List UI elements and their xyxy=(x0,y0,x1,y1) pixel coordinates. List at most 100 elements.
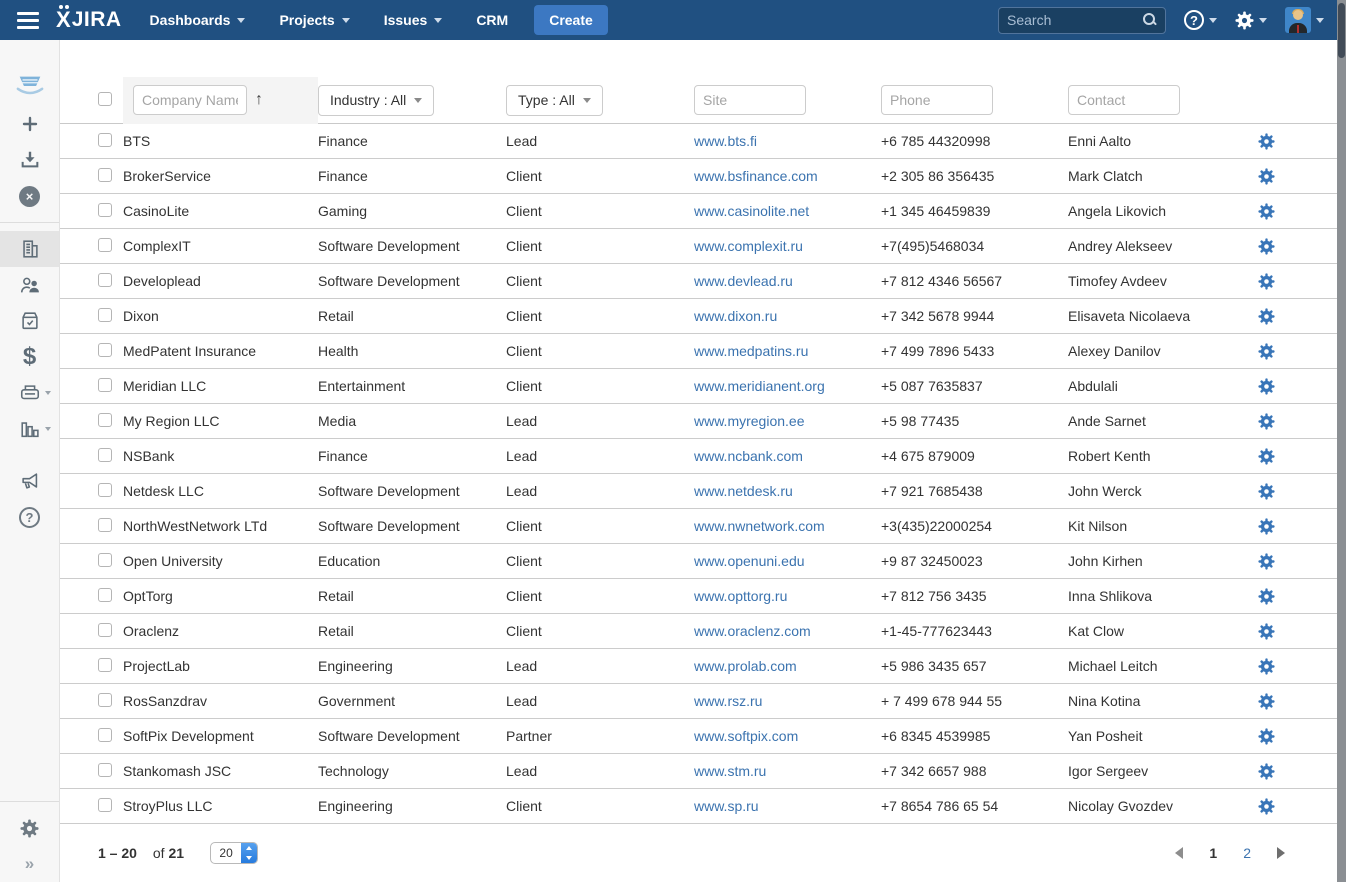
sidebar-expand[interactable]: » xyxy=(0,846,59,882)
site-link[interactable]: www.oraclenz.com xyxy=(694,623,811,639)
site-link[interactable]: www.devlead.ru xyxy=(694,273,793,289)
row-checkbox[interactable] xyxy=(98,518,112,532)
row-settings-gear-icon[interactable] xyxy=(1258,378,1275,395)
row-settings-gear-icon[interactable] xyxy=(1258,728,1275,745)
row-settings-gear-icon[interactable] xyxy=(1258,483,1275,500)
row-checkbox[interactable] xyxy=(98,203,112,217)
sidebar-item-finance[interactable]: $ xyxy=(0,339,59,375)
sidebar-item-help[interactable]: ? xyxy=(0,499,59,535)
sidebar-settings[interactable] xyxy=(0,810,59,846)
site-link[interactable]: www.medpatins.ru xyxy=(694,343,808,359)
add-button[interactable] xyxy=(0,106,59,142)
row-checkbox[interactable] xyxy=(98,448,112,462)
row-checkbox[interactable] xyxy=(98,238,112,252)
site-link[interactable]: www.stm.ru xyxy=(694,763,766,779)
site-link[interactable]: www.complexit.ru xyxy=(694,238,803,254)
site-link[interactable]: www.sp.ru xyxy=(694,798,759,814)
site-link[interactable]: www.bts.fi xyxy=(694,133,757,149)
page-number-2[interactable]: 2 xyxy=(1243,845,1251,861)
site-link[interactable]: www.meridianent.org xyxy=(694,378,825,394)
sidebar-item-products[interactable] xyxy=(0,303,59,339)
row-checkbox[interactable] xyxy=(98,588,112,602)
row-checkbox[interactable] xyxy=(98,728,112,742)
previous-page-arrow[interactable] xyxy=(1175,847,1183,859)
next-page-arrow[interactable] xyxy=(1277,847,1285,859)
site-link[interactable]: www.rsz.ru xyxy=(694,693,762,709)
admin-menu[interactable] xyxy=(1235,11,1267,30)
row-checkbox[interactable] xyxy=(98,343,112,357)
phone-filter-input[interactable] xyxy=(881,85,993,115)
site-link[interactable]: www.softpix.com xyxy=(694,728,798,744)
row-checkbox[interactable] xyxy=(98,798,112,812)
row-settings-gear-icon[interactable] xyxy=(1258,588,1275,605)
contact-filter-input[interactable] xyxy=(1068,85,1180,115)
page-size-select[interactable]: 20 xyxy=(210,842,258,864)
site-link[interactable]: www.nwnetwork.com xyxy=(694,518,825,534)
row-settings-gear-icon[interactable] xyxy=(1258,203,1275,220)
menu-issues[interactable]: Issues xyxy=(384,12,443,28)
row-checkbox[interactable] xyxy=(98,483,112,497)
page-number-1[interactable]: 1 xyxy=(1209,845,1217,861)
search-box[interactable] xyxy=(998,7,1166,34)
menu-crm[interactable]: CRM xyxy=(476,12,508,28)
import-button[interactable] xyxy=(0,142,59,178)
menu-dashboards[interactable]: Dashboards xyxy=(150,12,246,28)
row-settings-gear-icon[interactable] xyxy=(1258,448,1275,465)
row-settings-gear-icon[interactable] xyxy=(1258,343,1275,360)
site-link[interactable]: www.casinolite.net xyxy=(694,203,809,219)
search-icon[interactable] xyxy=(1143,13,1157,27)
row-settings-gear-icon[interactable] xyxy=(1258,623,1275,640)
row-checkbox[interactable] xyxy=(98,763,112,777)
row-checkbox[interactable] xyxy=(98,378,112,392)
scrollbar-thumb[interactable] xyxy=(1338,3,1345,58)
row-settings-gear-icon[interactable] xyxy=(1258,133,1275,150)
row-settings-gear-icon[interactable] xyxy=(1258,308,1275,325)
search-input[interactable] xyxy=(1007,12,1143,28)
row-settings-gear-icon[interactable] xyxy=(1258,798,1275,815)
row-checkbox[interactable] xyxy=(98,308,112,322)
user-menu[interactable] xyxy=(1285,7,1324,33)
row-settings-gear-icon[interactable] xyxy=(1258,168,1275,185)
jira-logo[interactable]: X JIRA xyxy=(56,10,122,30)
row-checkbox[interactable] xyxy=(98,133,112,147)
sidebar-item-contacts[interactable] xyxy=(0,267,59,303)
sidebar-item-transactions[interactable] xyxy=(0,375,59,411)
site-link[interactable]: www.bsfinance.com xyxy=(694,168,818,184)
row-settings-gear-icon[interactable] xyxy=(1258,238,1275,255)
crm-logo[interactable] xyxy=(0,66,59,106)
industry-filter-dropdown[interactable]: Industry : All xyxy=(318,85,434,116)
company-name-filter-input[interactable] xyxy=(133,85,247,115)
site-link[interactable]: www.prolab.com xyxy=(694,658,797,674)
type-filter-dropdown[interactable]: Type : All xyxy=(506,85,603,116)
select-all-checkbox[interactable] xyxy=(98,92,112,106)
row-settings-gear-icon[interactable] xyxy=(1258,553,1275,570)
row-settings-gear-icon[interactable] xyxy=(1258,658,1275,675)
site-link[interactable]: www.openuni.edu xyxy=(694,553,805,569)
scrollbar[interactable] xyxy=(1337,0,1346,882)
hamburger-icon[interactable] xyxy=(0,12,56,29)
row-checkbox[interactable] xyxy=(98,693,112,707)
row-checkbox[interactable] xyxy=(98,413,112,427)
row-settings-gear-icon[interactable] xyxy=(1258,273,1275,290)
row-checkbox[interactable] xyxy=(98,623,112,637)
row-checkbox[interactable] xyxy=(98,168,112,182)
sidebar-item-companies[interactable] xyxy=(0,231,59,267)
site-link[interactable]: www.myregion.ee xyxy=(694,413,805,429)
clear-button[interactable]: × xyxy=(0,178,59,214)
sidebar-item-announcements[interactable] xyxy=(0,463,59,499)
row-settings-gear-icon[interactable] xyxy=(1258,413,1275,430)
sort-ascending-icon[interactable]: ↑ xyxy=(255,91,263,109)
row-settings-gear-icon[interactable] xyxy=(1258,693,1275,710)
help-menu[interactable]: ? xyxy=(1184,10,1217,30)
row-checkbox[interactable] xyxy=(98,658,112,672)
site-filter-input[interactable] xyxy=(694,85,806,115)
row-settings-gear-icon[interactable] xyxy=(1258,763,1275,780)
site-link[interactable]: www.dixon.ru xyxy=(694,308,777,324)
create-button[interactable]: Create xyxy=(534,5,608,35)
row-settings-gear-icon[interactable] xyxy=(1258,518,1275,535)
menu-projects[interactable]: Projects xyxy=(279,12,349,28)
site-link[interactable]: www.netdesk.ru xyxy=(694,483,793,499)
row-checkbox[interactable] xyxy=(98,273,112,287)
site-link[interactable]: www.opttorg.ru xyxy=(694,588,787,604)
sidebar-item-reports[interactable] xyxy=(0,411,59,447)
